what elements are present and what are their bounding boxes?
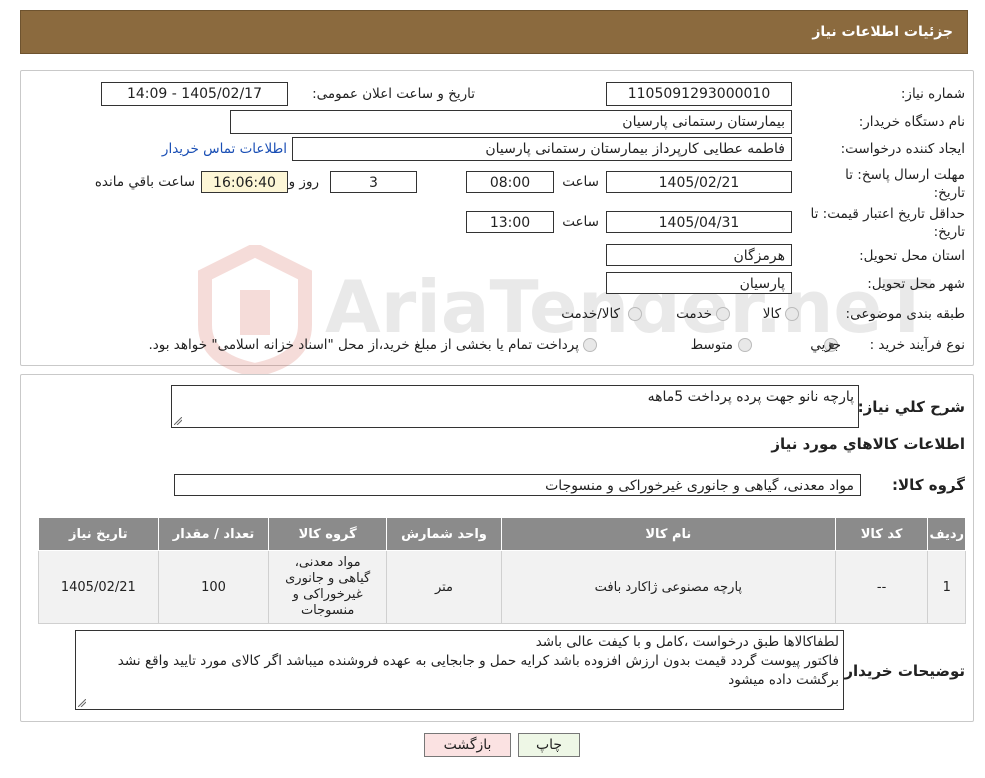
description-label: شرح کلي نياز: xyxy=(857,398,965,416)
description-field[interactable]: پارچه نانو جهت پرده پرداخت 5ماهه xyxy=(171,385,859,428)
category-option-service: خدمت xyxy=(676,306,712,322)
validity-date-field[interactable]: 1405/04/31 xyxy=(606,211,792,233)
announce-field[interactable]: 1405/02/17 - 14:09 xyxy=(101,82,288,106)
category-label: طبقه بندی موضوعی: xyxy=(845,306,965,322)
goods-info-title: اطلاعات کالاهاي مورد نياز xyxy=(771,435,965,453)
validity-label: حداقل تاریخ اعتبار قیمت: تا xyxy=(810,206,965,222)
cell-group: مواد معدنی، گیاهی و جانوری غیرخوراکی و م… xyxy=(268,550,387,624)
buyer-org-field[interactable]: بیمارستان رستمانی پارسیان xyxy=(230,110,792,134)
category-option-goods: کالا xyxy=(762,306,781,322)
page-header: جزئیات اطلاعات نیاز xyxy=(20,10,968,54)
cell-date: 1405/02/21 xyxy=(38,550,159,624)
buyer-notes-line-1: لطفاکالاها طبق درخواست ،کامل و با کیفت ع… xyxy=(535,634,839,650)
announce-label: تاریخ و ساعت اعلان عمومی: xyxy=(312,86,475,102)
table-header-row: رديف کد کالا نام کالا واحد شمارش گروه کا… xyxy=(38,517,966,551)
validity-time-label: ساعت xyxy=(562,214,599,230)
deadline-label-date: تاریخ: xyxy=(933,185,965,201)
deadline-date-field[interactable]: 1405/02/21 xyxy=(606,171,792,193)
validity-time-field[interactable]: 13:00 xyxy=(466,211,554,233)
buyer-notes-line-2: فاکتور پیوست گردد قیمت بدون ارزش افزوده … xyxy=(117,653,839,688)
days-field[interactable]: 3 xyxy=(330,171,417,193)
process-label: نوع فرآیند خرید : xyxy=(869,337,965,353)
creator-field[interactable]: فاطمه عطایی کارپرداز بیمارستان رستمانی پ… xyxy=(292,137,792,161)
remaining-label: ساعت باقي مانده xyxy=(94,174,195,190)
resize-handle-icon[interactable] xyxy=(174,417,182,425)
buyer-org-label: نام دستگاه خریدار: xyxy=(858,114,965,130)
city-field[interactable]: پارسیان xyxy=(606,272,792,294)
process-note: پرداخت تمام یا بخشی از مبلغ خرید،از محل … xyxy=(148,337,579,353)
days-label: روز و xyxy=(288,174,319,190)
cell-name: پارچه مصنوعی ژاکارد بافت xyxy=(501,550,836,624)
deadline-time-field[interactable]: 08:00 xyxy=(466,171,554,193)
page-title: جزئیات اطلاعات نیاز xyxy=(812,24,953,40)
goods-group-label: گروه کالا: xyxy=(892,476,965,494)
th-code: کد کالا xyxy=(834,517,929,551)
th-date: تاريخ نياز xyxy=(38,517,159,551)
goods-table-wrapper: رديف کد کالا نام کالا واحد شمارش گروه کا… xyxy=(38,517,966,624)
category-radio-goods[interactable] xyxy=(785,307,799,321)
cell-row-no: 1 xyxy=(927,550,966,624)
th-name: نام کالا xyxy=(501,517,836,551)
cell-unit: متر xyxy=(385,550,503,624)
process-option-minor: جزیي xyxy=(810,337,841,353)
need-number-label: شماره نیاز: xyxy=(900,86,965,102)
buyer-notes-field[interactable]: لطفاکالاها طبق درخواست ،کامل و با کیفت ع… xyxy=(75,630,844,710)
province-field[interactable]: هرمزگان xyxy=(606,244,792,266)
validity-label-date: تاریخ: xyxy=(933,224,965,240)
category-radio-service[interactable] xyxy=(716,307,730,321)
process-radio-treasury[interactable] xyxy=(583,338,597,352)
city-label: شهر محل تحویل: xyxy=(867,276,965,292)
goods-group-field[interactable]: مواد معدنی، گیاهی و جانوری غیرخوراکی و م… xyxy=(174,474,861,496)
resize-handle-icon[interactable] xyxy=(78,699,86,707)
th-row-no: رديف xyxy=(927,517,966,551)
process-radio-medium[interactable] xyxy=(738,338,752,352)
th-unit: واحد شمارش xyxy=(385,517,503,551)
goods-table: رديف کد کالا نام کالا واحد شمارش گروه کا… xyxy=(38,517,966,624)
print-button[interactable]: چاپ xyxy=(518,733,580,757)
need-number-field[interactable]: 1105091293000010 xyxy=(606,82,792,106)
category-option-both: کالا/خدمت xyxy=(561,306,620,322)
cell-quantity: 100 xyxy=(157,550,270,624)
creator-label: ایجاد کننده درخواست: xyxy=(840,141,965,157)
back-button[interactable]: بازگشت xyxy=(424,733,511,757)
buyer-contact-link[interactable]: اطلاعات تماس خریدار xyxy=(162,141,287,157)
cell-code: -- xyxy=(834,550,929,624)
remaining-time-field: 16:06:40 xyxy=(201,171,288,193)
category-radio-both[interactable] xyxy=(628,307,642,321)
description-text: پارچه نانو جهت پرده پرداخت 5ماهه xyxy=(647,389,854,405)
province-label: استان محل تحویل: xyxy=(859,248,965,264)
th-group: گروه کالا xyxy=(268,517,387,551)
deadline-label: مهلت ارسال پاسخ: تا xyxy=(845,167,965,183)
th-quantity: تعداد / مقدار xyxy=(157,517,270,551)
buyer-notes-label: توضيحات خريدار: xyxy=(838,662,965,680)
process-option-medium: متوسط xyxy=(690,337,733,353)
deadline-time-label: ساعت xyxy=(562,174,599,190)
table-row[interactable]: 1 -- پارچه مصنوعی ژاکارد بافت متر مواد م… xyxy=(38,550,966,624)
